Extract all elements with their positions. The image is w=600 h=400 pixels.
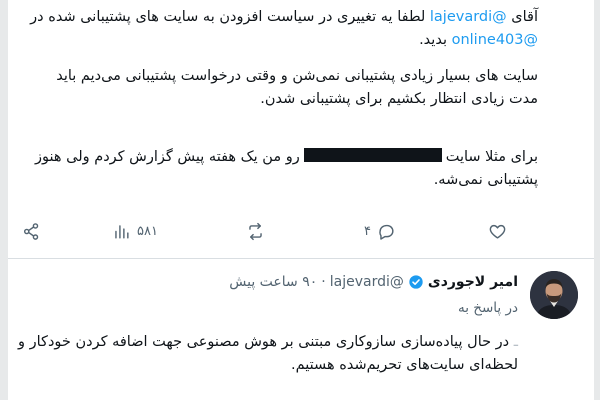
mention-link[interactable]: @online403 (452, 32, 538, 48)
views-count: ۵۸۱ (137, 223, 158, 239)
reply-header: امیر لاجوردی @lajevardi · ۹۰ ساعت پیش (229, 274, 518, 290)
replying-to-label: در پاسخ به (457, 300, 518, 316)
separator-dot: · (321, 274, 326, 290)
tweet-text: برای مثلا سایت (445, 149, 538, 165)
faint-mark: ـ (513, 334, 518, 350)
verified-badge-icon (408, 274, 424, 290)
heart-icon (489, 224, 506, 239)
tweet-text: آقای (511, 9, 538, 25)
author-name[interactable]: امیر لاجوردی (428, 274, 518, 290)
share-button[interactable] (22, 220, 41, 242)
tweet-paragraph-1: آقای @lajevardi لطفا یه تغییری در سیاست … (23, 6, 538, 52)
share-icon (23, 222, 39, 240)
original-tweet[interactable]: آقای @lajevardi لطفا یه تغییری در سیاست … (0, 0, 600, 258)
timestamp[interactable]: ۹۰ ساعت پیش (229, 274, 317, 290)
reply-count: ۴ (364, 223, 371, 239)
tweet-paragraph-3: برای مثلا سایترو من یک هفته پیش گزارش کر… (23, 146, 538, 192)
tweet-paragraph-2: سایت های بسیار زیادی پشتیبانی نمی‌شن و و… (56, 68, 538, 107)
retweet-icon (249, 222, 262, 240)
bar-chart-icon (115, 224, 129, 239)
tweet-text: لطفا یه تغییری در سیاست افزودن به سایت ه… (30, 9, 426, 25)
mention-link[interactable]: @lajevardi (430, 9, 507, 25)
reply-tweet[interactable]: امیر لاجوردی @lajevardi · ۹۰ ساعت پیش در… (0, 259, 600, 400)
avatar-image (530, 271, 578, 319)
tweet-actions: ۵۸۱ ۴ (0, 220, 600, 244)
like-button[interactable] (488, 220, 507, 242)
author-handle[interactable]: @lajevardi (330, 274, 404, 290)
avatar[interactable] (530, 271, 578, 319)
reply-body: در حال پیاده‌سازی سازوکاری مبتنی بر هوش … (18, 334, 518, 373)
tweet-text: بدید. (419, 32, 447, 48)
reply-text: ـ در حال پیاده‌سازی سازوکاری مبتنی بر هو… (18, 331, 518, 377)
retweet-button[interactable] (246, 220, 265, 242)
views-button[interactable]: ۵۸۱ (112, 220, 158, 242)
reply-button[interactable]: ۴ (364, 220, 396, 242)
redacted-block (303, 148, 442, 162)
reply-icon (379, 224, 394, 240)
